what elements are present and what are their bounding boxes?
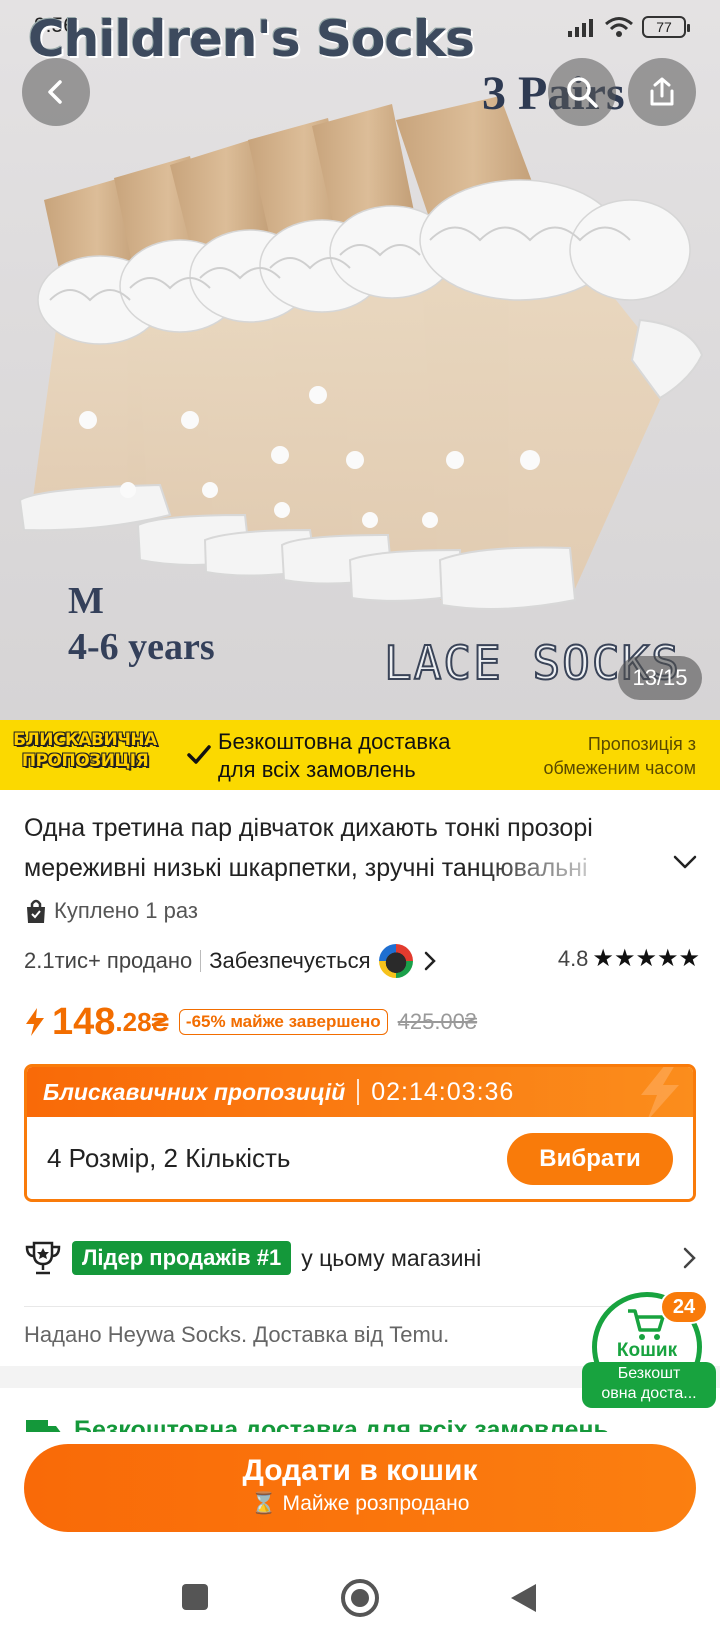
countdown-timer: 02:14:03:36 bbox=[371, 1077, 515, 1106]
flash-deal-title: Блискавичних пропозицій bbox=[43, 1078, 346, 1105]
image-title-text: Children's Socks bbox=[28, 10, 475, 68]
bestseller-badge: Лідер продажів #1 bbox=[72, 1241, 292, 1275]
product-page: 9:56 77 Children's Socks 3 Pairs M 4-6 y… bbox=[0, 0, 720, 1650]
bestseller-row[interactable]: Лідер продажів #1 у цьому магазині bbox=[24, 1238, 700, 1278]
search-button[interactable] bbox=[548, 58, 616, 126]
cart-icon bbox=[628, 1309, 665, 1340]
back-button[interactable] bbox=[22, 58, 90, 126]
status-icons: 77 bbox=[566, 16, 690, 38]
add-to-cart-label: Додати в кошик bbox=[242, 1454, 478, 1487]
bought-text: Куплено 1 раз bbox=[54, 898, 198, 923]
image-size-text: M 4-6 years bbox=[68, 578, 215, 670]
rating-value: 4.8 bbox=[557, 945, 589, 971]
image-size-label: M bbox=[68, 580, 104, 622]
floating-cart[interactable]: Кошик 24 Безкошт овна доста... bbox=[582, 1290, 718, 1408]
brand-logo-icon bbox=[378, 944, 413, 978]
share-button[interactable] bbox=[628, 58, 696, 126]
shopping-bag-icon bbox=[27, 899, 45, 923]
variant-selector[interactable]: 4 Розмір, 2 Кількість Вибрати bbox=[27, 1117, 693, 1199]
lightning-icon bbox=[26, 1008, 44, 1036]
back-nav-icon[interactable] bbox=[508, 1582, 538, 1614]
cart-free-line-2: овна доста... bbox=[601, 1385, 697, 1402]
free-shipping-line-2: для всіх замовлень bbox=[218, 757, 416, 782]
choose-button[interactable]: Вибрати bbox=[507, 1133, 673, 1185]
signal-icon bbox=[568, 19, 593, 37]
badge-line-2: ПРОПОЗИЦІЯ bbox=[21, 751, 149, 771]
chevron-left-icon bbox=[48, 80, 62, 104]
discount-badge: -65% майже завершено bbox=[178, 1009, 388, 1035]
cart-label: Кошик bbox=[616, 1340, 678, 1361]
variant-summary: 4 Розмір, 2 Кількість bbox=[47, 1142, 291, 1173]
flash-deal-header: Блискавичних пропозицій 02:14:03:36 bbox=[27, 1067, 693, 1121]
wifi-icon bbox=[605, 17, 633, 37]
badge-line-1: БЛИСКАВИЧНА bbox=[13, 730, 157, 750]
rating-stars: ★★★★★ bbox=[592, 945, 700, 972]
promo-banner[interactable]: БЛИСКАВИЧНА ПРОПОЗИЦІЯ Безкоштовна доста… bbox=[0, 720, 720, 790]
sales-stats[interactable]: 2.1тис+ продано Забезпечується 4.8 ★★★★★ bbox=[24, 944, 700, 978]
almost-sold-out-label: ⌛ Майже розпродано bbox=[250, 1492, 470, 1515]
limited-line-2: обмеженим часом bbox=[543, 758, 696, 778]
price-cents: .28₴ bbox=[115, 1006, 169, 1037]
recents-icon[interactable] bbox=[180, 1582, 210, 1612]
bought-info: Куплено 1 раз bbox=[24, 898, 198, 924]
chevron-down-icon[interactable] bbox=[672, 852, 698, 872]
price-main: 148 bbox=[52, 1000, 116, 1043]
cart-free-line-1: Безкошт bbox=[617, 1365, 681, 1382]
free-shipping-text: Безкоштовна доставка для всіх замовлень bbox=[218, 728, 450, 784]
seller-info[interactable]: Надано Heywa Socks. Доставка від Temu. bbox=[24, 1322, 449, 1348]
rating: 4.8 ★★★★★ bbox=[558, 944, 700, 973]
secured-by-text: Забезпечується bbox=[209, 948, 371, 973]
flash-deal-box: Блискавичних пропозицій 02:14:03:36 4 Ро… bbox=[24, 1064, 696, 1202]
product-image-gallery[interactable]: 9:56 77 Children's Socks 3 Pairs M 4-6 y… bbox=[0, 0, 720, 720]
chevron-right-icon bbox=[683, 1247, 696, 1269]
system-nav-bar bbox=[0, 1552, 720, 1650]
sold-count: 2.1тис+ продано bbox=[24, 948, 193, 973]
price-row: 148 .28₴ -65% майже завершено 425.00₴ bbox=[24, 996, 477, 1048]
cart-free-shipping: Безкошт овна доста... bbox=[582, 1362, 716, 1408]
battery-level: 77 bbox=[656, 19, 672, 35]
bottom-action-bar: Додати в кошик ⌛ Майже розпродано bbox=[0, 1432, 720, 1552]
cart-count-badge: 24 bbox=[660, 1290, 708, 1324]
home-icon[interactable] bbox=[340, 1578, 380, 1618]
check-icon bbox=[187, 745, 211, 764]
flash-deal-badge: БЛИСКАВИЧНА ПРОПОЗИЦІЯ bbox=[10, 730, 160, 780]
share-icon bbox=[650, 77, 674, 106]
trophy-icon bbox=[25, 1241, 61, 1275]
title-fade bbox=[480, 848, 660, 888]
old-price: 425.00₴ bbox=[397, 1009, 478, 1034]
flash-divider bbox=[357, 1079, 360, 1105]
chevron-right-icon bbox=[424, 951, 436, 971]
divider bbox=[24, 1306, 676, 1307]
image-age-label: 4-6 years bbox=[68, 626, 215, 668]
add-to-cart-button[interactable]: Додати в кошик ⌛ Майже розпродано bbox=[24, 1444, 696, 1532]
free-shipping-line-1: Безкоштовна доставка bbox=[218, 729, 451, 754]
stats-divider bbox=[200, 950, 202, 972]
image-counter: 13/15 bbox=[618, 656, 702, 700]
search-icon bbox=[567, 77, 598, 108]
bestseller-text: у цьому магазині bbox=[301, 1244, 482, 1271]
battery-icon: 77 bbox=[642, 16, 690, 38]
limited-line-1: Пропозиція з bbox=[587, 734, 696, 754]
lightning-icon bbox=[641, 1067, 679, 1121]
limited-offer-text: Пропозиція з обмеженим часом bbox=[543, 732, 696, 780]
